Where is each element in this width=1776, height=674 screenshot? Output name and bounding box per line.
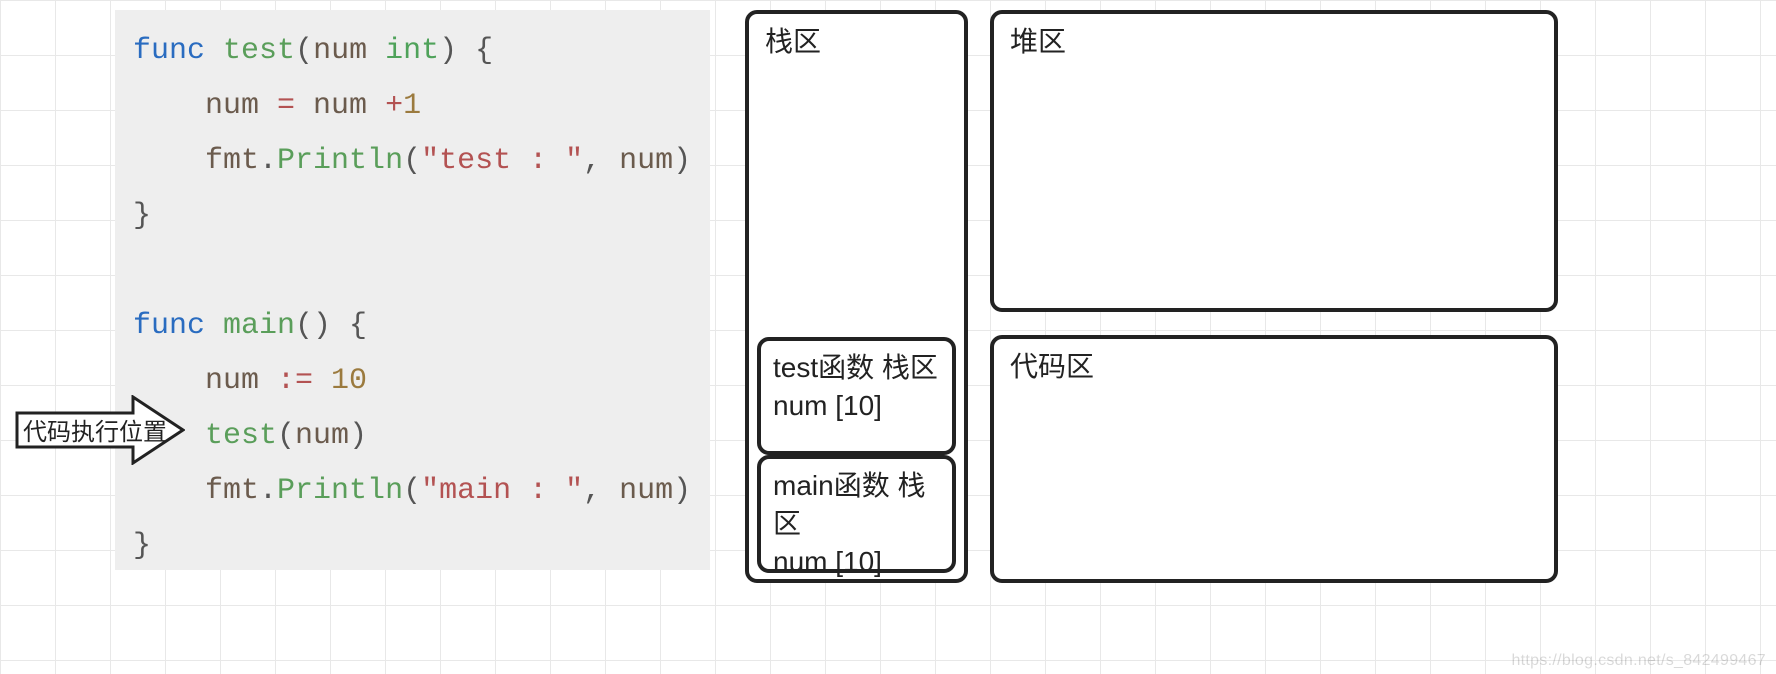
fn-test: test [223,34,295,68]
keyword-func: func [133,309,205,343]
fn-main: main [223,309,295,343]
watermark: https://blog.csdn.net/s_842499467 [1511,652,1766,670]
stack-frame-main-title: main函数 栈区 [773,467,940,543]
stack-frame-main-var: num [10] [773,543,940,581]
heap-region: 堆区 [990,10,1558,312]
stack-frame-test-title: test函数 栈区 [773,349,940,387]
keyword-func: func [133,34,205,68]
execution-pointer-label: 代码执行位置 [23,412,167,447]
stack-frame-main: main函数 栈区 num [10] [757,455,956,573]
code-block: func test(num int) { num = num +1 fmt.Pr… [115,10,710,588]
stack-region-title: 栈区 [765,20,821,60]
code-region-title: 代码区 [1010,345,1094,385]
code-panel: func test(num int) { num = num +1 fmt.Pr… [115,10,710,570]
stack-region: 栈区 test函数 栈区 num [10] main函数 栈区 num [10] [745,10,968,583]
heap-region-title: 堆区 [1010,20,1066,60]
stack-frame-test-var: num [10] [773,387,940,425]
code-region: 代码区 [990,335,1558,583]
stack-frame-test: test函数 栈区 num [10] [757,337,956,455]
